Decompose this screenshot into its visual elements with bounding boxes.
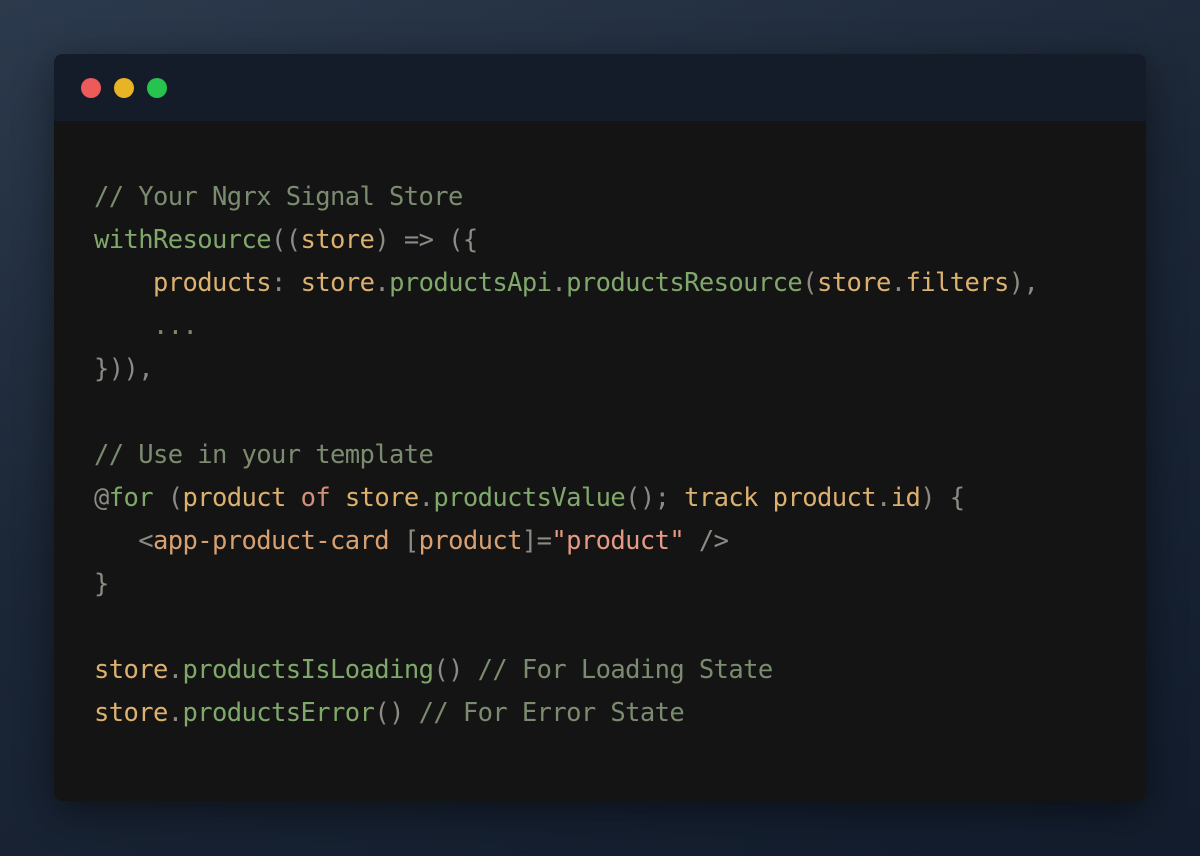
code-token-punctuation: < xyxy=(94,526,154,556)
code-token-function: productsApi xyxy=(389,268,552,298)
code-token-function: productsValue xyxy=(433,483,626,513)
code-token-variable: filters xyxy=(905,268,1009,298)
code-token-function: withResource xyxy=(94,225,272,255)
code-token-punctuation: ) => ({ xyxy=(374,225,478,255)
code-token-punctuation: ), xyxy=(1008,268,1039,298)
code-token-variable: store xyxy=(344,483,419,513)
code-token-tag: app-product-card xyxy=(153,526,390,556)
code-token-punctuation: . xyxy=(418,483,434,513)
code-line: })), xyxy=(94,348,1038,391)
close-dot[interactable] xyxy=(81,78,101,98)
code-token-variable: product xyxy=(182,483,287,513)
code-token-punctuation: [ xyxy=(389,526,419,556)
code-token-variable: store xyxy=(300,225,375,255)
minimize-dot[interactable] xyxy=(114,78,134,98)
maximize-dot[interactable] xyxy=(147,78,167,98)
code-token-function: productsIsLoading xyxy=(182,655,434,685)
code-token-comment: // For Loading State xyxy=(477,655,774,685)
code-token-variable: products xyxy=(153,268,272,298)
code-token-comment: // Use in your template xyxy=(94,440,434,470)
code-token-punctuation: : xyxy=(271,268,301,298)
code-token-function: productsResource xyxy=(566,268,803,298)
code-token-variable: store xyxy=(94,698,168,728)
code-block: // Your Ngrx Signal Store withResource((s… xyxy=(94,176,1039,735)
code-line: store.productsIsLoading() // For Loading… xyxy=(94,649,1038,692)
code-token-tag: product xyxy=(418,526,523,556)
code-token-comment: // For Error State xyxy=(418,698,685,728)
code-token-comment: // Your Ngrx Signal Store xyxy=(94,182,463,212)
code-line: store.productsError() // For Error State xyxy=(94,692,1038,735)
code-window: // Your Ngrx Signal Store withResource((s… xyxy=(54,54,1146,801)
code-token-string: "product" xyxy=(551,526,685,556)
code-token-punctuation: ( xyxy=(153,483,183,513)
code-token-punctuation: } xyxy=(94,569,109,599)
code-token-punctuation: ) { xyxy=(920,483,965,513)
code-token-variable: store xyxy=(94,655,168,685)
code-line: <app-product-card [product]="product" /> xyxy=(94,520,1038,563)
code-token-punctuation: (); xyxy=(625,483,685,513)
code-token-variable: id xyxy=(890,483,921,513)
code-line: @for (product of store.productsValue(); … xyxy=(94,477,1038,520)
code-token-punctuation: . xyxy=(167,698,183,728)
code-token-punctuation: . xyxy=(167,655,183,685)
code-token-function: productsError xyxy=(182,698,375,728)
code-token-punctuation: . xyxy=(890,268,906,298)
code-token-function: for xyxy=(108,483,154,513)
code-token-punctuation: ( xyxy=(802,268,817,298)
code-token-punctuation: ]= xyxy=(521,526,552,556)
code-line: // Use in your template xyxy=(94,434,1038,477)
code-token-punctuation: () xyxy=(374,698,419,728)
code-token-punctuation: })), xyxy=(94,354,154,384)
code-token-punctuation: . xyxy=(875,483,891,513)
code-token-punctuation: @ xyxy=(94,483,109,513)
code-token-punctuation: . xyxy=(551,268,567,298)
code-line: products: store.productsApi.productsReso… xyxy=(94,262,1039,305)
code-token-punctuation: (( xyxy=(271,225,301,255)
code-token-comment: ... xyxy=(94,311,198,341)
code-token-punctuation: . xyxy=(374,268,390,298)
code-line: ... xyxy=(94,305,1038,348)
code-token-variable: store xyxy=(816,268,891,298)
code-token-variable: store xyxy=(300,268,375,298)
code-line: // Your Ngrx Signal Store xyxy=(94,176,1038,219)
window-titlebar xyxy=(54,54,1146,121)
code-token-punctuation: /> xyxy=(684,526,729,556)
code-token-keyword: of xyxy=(285,483,345,513)
code-line: } xyxy=(94,563,1038,606)
code-line: withResource((store) => ({ xyxy=(94,219,1038,262)
code-token-variable: track product xyxy=(684,483,876,513)
code-token-punctuation: () xyxy=(433,655,478,685)
